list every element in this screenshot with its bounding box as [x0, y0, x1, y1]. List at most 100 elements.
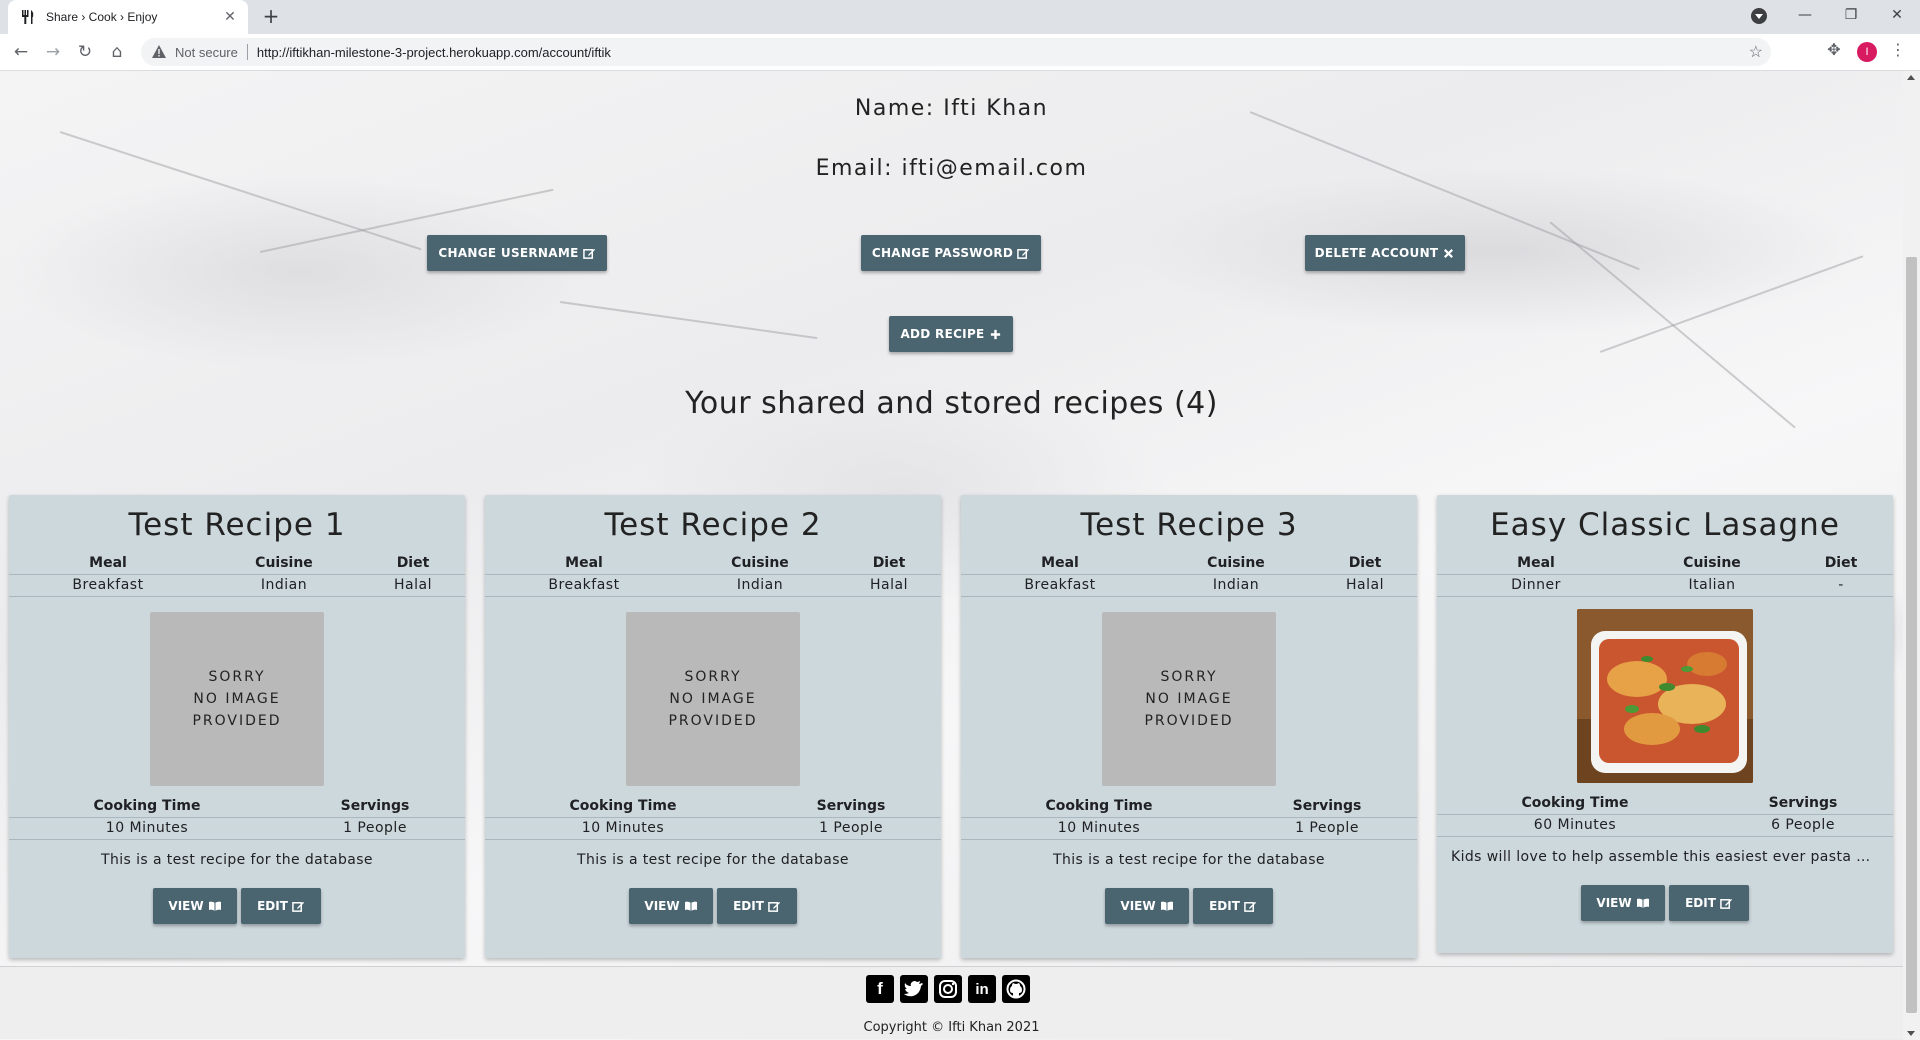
browser-toolbar: ← → ↻ ⌂ Not secure http://iftikhan-miles… [0, 34, 1920, 71]
page-scrollbar[interactable] [1903, 71, 1920, 1040]
cooking-time-value: 60 Minutes [1533, 817, 1617, 833]
diet-value: - [1838, 577, 1844, 593]
edit-icon [768, 901, 780, 912]
meal-value: Breakfast [548, 577, 620, 593]
recipe-meta-table: Meal Cuisine Diet Breakfast Indian Halal [9, 553, 465, 597]
address-bar[interactable]: Not secure http://iftikhan-milestone-3-p… [141, 38, 1771, 66]
scroll-up-icon[interactable] [1907, 75, 1915, 80]
profile-name: Name: Ifti Khan [854, 96, 1049, 121]
facebook-icon[interactable]: f [866, 975, 894, 1003]
browser-tab[interactable]: Share › Cook › Enjoy ✕ [8, 0, 248, 34]
recipe-description: Kids will love to help assemble this eas… [1451, 849, 1893, 865]
twitter-icon[interactable] [900, 975, 928, 1003]
instagram-icon[interactable] [934, 975, 962, 1003]
page-footer: f in Copyright © Ifti Khan 2021 [0, 966, 1903, 1039]
meal-header: Meal [1041, 555, 1079, 571]
marble-vein [59, 131, 422, 251]
view-recipe-button[interactable]: VIEW [629, 888, 713, 924]
view-label: VIEW [1596, 896, 1632, 910]
view-recipe-button[interactable]: VIEW [1581, 885, 1665, 921]
edit-recipe-button[interactable]: EDIT [717, 888, 797, 924]
cuisine-value: Indian [1212, 577, 1260, 593]
tab-close-icon[interactable]: ✕ [222, 9, 238, 25]
cuisine-value: Indian [736, 577, 784, 593]
servings-value: 1 People [1295, 820, 1359, 836]
no-image-line: NO IMAGE [193, 691, 281, 707]
recipe-card: Test Recipe 2 Meal Cuisine Diet Breakfast I… [485, 495, 941, 958]
social-links: f in [866, 975, 1030, 1003]
view-recipe-button[interactable]: VIEW [1105, 888, 1189, 924]
no-image-line: PROVIDED [668, 713, 758, 729]
home-icon[interactable]: ⌂ [105, 40, 129, 64]
no-image-line: SORRY [1160, 669, 1218, 685]
profile-email: Email: ifti@email.com [815, 156, 1088, 181]
servings-header: Servings [816, 798, 886, 814]
no-image-line: NO IMAGE [669, 691, 757, 707]
edit-recipe-button[interactable]: EDIT [1193, 888, 1273, 924]
no-image-line: SORRY [684, 669, 742, 685]
view-label: VIEW [644, 899, 680, 913]
view-recipe-button[interactable]: VIEW [153, 888, 237, 924]
no-image-placeholder: SORRY NO IMAGE PROVIDED [626, 612, 800, 786]
cuisine-header: Cuisine [255, 555, 313, 571]
meal-header: Meal [1517, 555, 1555, 571]
profile-avatar[interactable]: I [1857, 42, 1877, 62]
github-icon[interactable] [1002, 975, 1030, 1003]
scrollbar-thumb[interactable] [1906, 257, 1917, 1013]
no-image-line: PROVIDED [192, 713, 282, 729]
back-icon[interactable]: ← [9, 40, 33, 64]
delete-account-button[interactable]: DELETE ACCOUNT [1305, 235, 1465, 271]
omnibox-divider [246, 44, 248, 60]
delete-account-label: DELETE ACCOUNT [1314, 246, 1439, 260]
cooking-time-header: Cooking Time [569, 798, 677, 814]
no-image-line: SORRY [208, 669, 266, 685]
browser-menu-icon[interactable]: ⋮ [1890, 40, 1906, 60]
restore-icon[interactable]: ❐ [1828, 0, 1874, 30]
new-tab-icon[interactable]: + [260, 6, 282, 28]
recipe-description: This is a test recipe for the database [1053, 852, 1325, 868]
window-close-icon[interactable]: ✕ [1874, 0, 1920, 30]
minimize-icon[interactable]: — [1782, 0, 1828, 30]
reload-icon[interactable]: ↻ [73, 40, 97, 64]
recipe-card: Test Recipe 1 Meal Cuisine Diet Breakfast I… [9, 495, 465, 958]
servings-header: Servings [340, 798, 410, 814]
add-recipe-button[interactable]: ADD RECIPE [889, 316, 1013, 352]
cuisine-value: Indian [260, 577, 308, 593]
edit-recipe-button[interactable]: EDIT [1669, 885, 1749, 921]
edit-recipe-button[interactable]: EDIT [241, 888, 321, 924]
diet-header: Diet [872, 555, 906, 571]
servings-value: 1 People [819, 820, 883, 836]
change-username-button[interactable]: CHANGE USERNAME [427, 235, 607, 271]
view-label: VIEW [1120, 899, 1156, 913]
close-x-icon [1444, 248, 1454, 258]
extensions-puzzle-icon[interactable]: ✥ [1824, 40, 1844, 60]
recipe-title: Test Recipe 2 [604, 507, 822, 543]
tab-search-icon[interactable] [1751, 8, 1767, 24]
recipe-time-table: Cooking Time Servings 60 Minutes 6 People [1437, 793, 1893, 837]
recipe-card: Test Recipe 3 Meal Cuisine Diet Breakfast I… [961, 495, 1417, 958]
change-password-button[interactable]: CHANGE PASSWORD [861, 235, 1041, 271]
scroll-down-icon[interactable] [1907, 1031, 1915, 1036]
cooking-time-value: 10 Minutes [581, 820, 665, 836]
browser-tab-strip: Share › Cook › Enjoy ✕ + — ❐ ✕ [0, 0, 1920, 34]
recipe-title: Test Recipe 3 [1080, 507, 1298, 543]
no-image-line: NO IMAGE [1145, 691, 1233, 707]
recipe-time-table: Cooking Time Servings 10 Minutes 1 People [485, 796, 941, 840]
diet-header: Diet [396, 555, 430, 571]
recipe-time-table: Cooking Time Servings 10 Minutes 1 People [9, 796, 465, 840]
forward-icon[interactable]: → [41, 40, 65, 64]
warning-icon [151, 44, 167, 60]
edit-icon [1244, 901, 1256, 912]
security-label[interactable]: Not secure [175, 45, 238, 60]
meal-value: Breakfast [1024, 577, 1096, 593]
bookmark-star-icon[interactable]: ☆ [1749, 42, 1763, 62]
edit-icon [292, 901, 304, 912]
recipe-meta-table: Meal Cuisine Diet Dinner Italian - [1437, 553, 1893, 597]
linkedin-icon[interactable]: in [968, 975, 996, 1003]
diet-value: Halal [394, 577, 432, 593]
url-text[interactable]: http://iftikhan-milestone-3-project.hero… [257, 45, 611, 60]
book-open-icon [684, 901, 697, 911]
cuisine-header: Cuisine [1207, 555, 1265, 571]
servings-value: 1 People [343, 820, 407, 836]
book-open-icon [1160, 901, 1173, 911]
